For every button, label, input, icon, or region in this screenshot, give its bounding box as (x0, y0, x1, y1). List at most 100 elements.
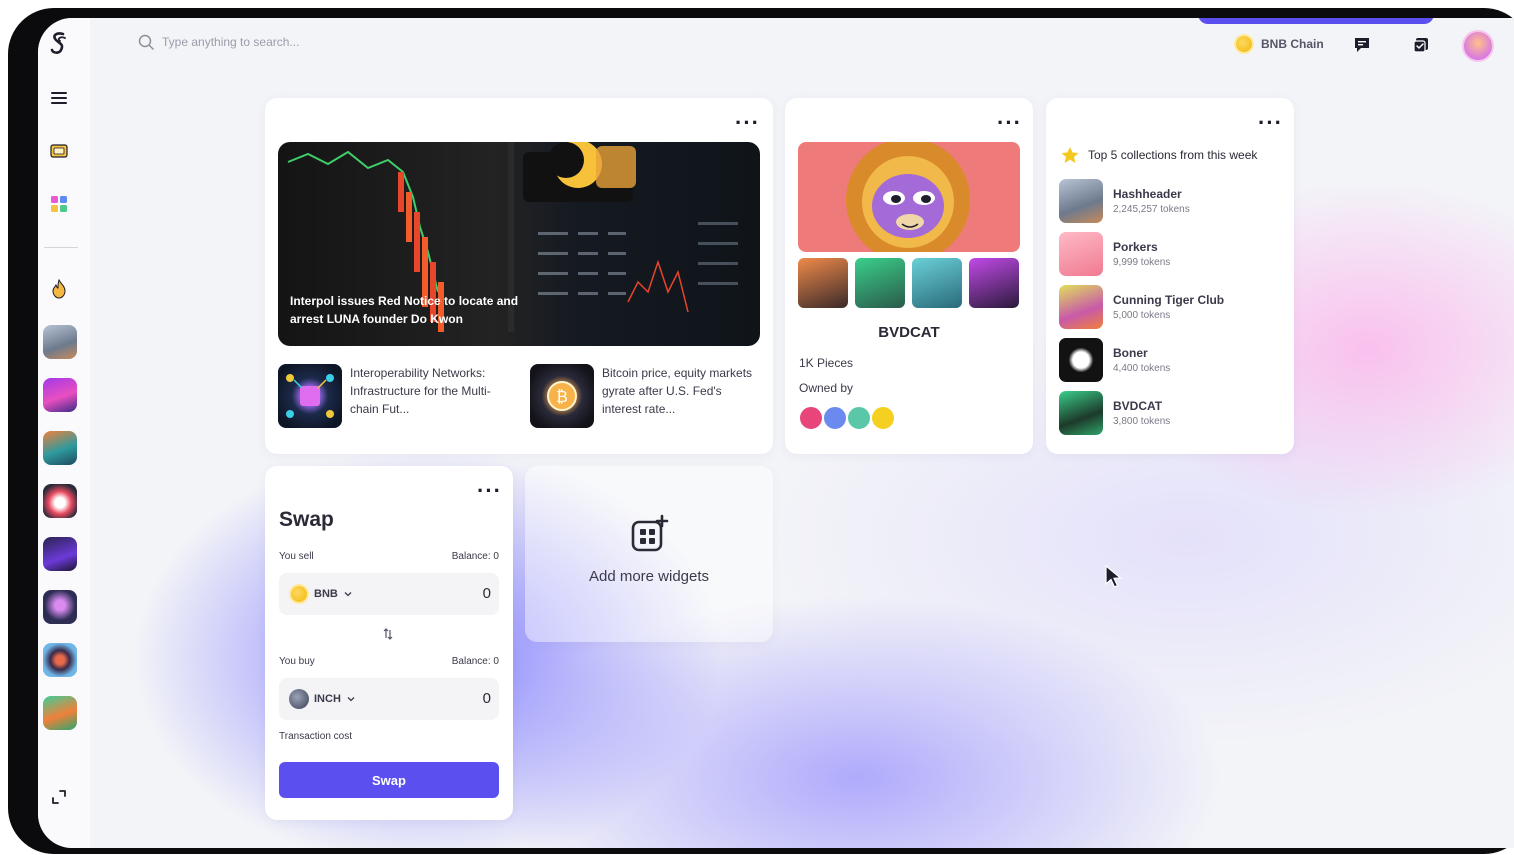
sidebar-collection-avatar-1[interactable] (43, 325, 77, 359)
search-bar[interactable]: Type anything to search... (138, 34, 299, 50)
star-icon (1061, 147, 1079, 163)
nft-owned-by-label: Owned by (799, 381, 854, 395)
search-icon (138, 34, 154, 50)
collection-name: Boner (1113, 346, 1148, 360)
sell-label: You sell (279, 551, 314, 562)
sell-balance: Balance: 0 (451, 551, 499, 562)
trending-fire-icon[interactable] (44, 274, 74, 304)
news-list-item[interactable]: ₿ Bitcoin price, equity markets gyrate a… (530, 364, 762, 428)
collections-card-menu-icon[interactable]: ··· (1258, 112, 1283, 134)
top-collections-card: ··· Top 5 collections from this week Has… (1046, 98, 1294, 454)
collection-tokens: 3,800 tokens (1113, 416, 1171, 427)
sidebar-divider (44, 247, 78, 248)
nft-thumbnail-4[interactable] (969, 258, 1019, 308)
owner-avatar[interactable] (870, 405, 896, 431)
nft-collection-name: BVDCAT (878, 324, 940, 341)
swap-title: Swap (279, 508, 334, 531)
collection-row[interactable]: BVDCAT 3,800 tokens (1059, 391, 1170, 435)
swap-card-menu-icon[interactable]: ··· (477, 480, 502, 502)
sell-field[interactable]: BNB 0 (279, 573, 499, 615)
collection-avatar (1059, 391, 1103, 435)
owner-avatar[interactable] (822, 405, 848, 431)
news-thumbnail: ₿ (530, 364, 594, 428)
nft-card-menu-icon[interactable]: ··· (997, 112, 1022, 134)
collection-name: BVDCAT (1113, 399, 1163, 413)
chevron-down-icon (344, 592, 352, 597)
add-widgets-label: Add more widgets (588, 568, 710, 585)
add-widgets-card[interactable]: Add more widgets (525, 466, 773, 642)
collection-name: Hashheader (1113, 187, 1182, 201)
news-list-item[interactable]: Interoperability Networks: Infrastructur… (278, 364, 510, 428)
swap-button[interactable]: Swap (279, 762, 499, 798)
widgets-grid-icon[interactable] (44, 189, 74, 219)
bnb-coin-icon (289, 584, 309, 604)
app-screen: Type anything to search... BNB Chain ··· (38, 18, 1514, 848)
collection-avatar (1059, 285, 1103, 329)
chain-accent-tab (1198, 18, 1434, 24)
sidebar-collection-avatar-5[interactable] (43, 537, 77, 571)
collection-avatar (1059, 179, 1103, 223)
sidebar-collection-avatar-2[interactable] (43, 378, 77, 412)
buy-token-selector[interactable]: INCH (289, 689, 356, 709)
nft-card: ··· BVDCAT 1K Pieces Owned by (785, 98, 1033, 454)
collections-heading-text: Top 5 collections from this week (1088, 148, 1258, 162)
sidebar-collection-avatar-8[interactable] (43, 696, 77, 730)
chain-label: BNB Chain (1261, 37, 1324, 51)
chevron-down-icon (347, 697, 355, 702)
search-placeholder: Type anything to search... (162, 35, 300, 49)
mouse-cursor-icon (1104, 564, 1124, 595)
device-frame: Type anything to search... BNB Chain ··· (8, 8, 1514, 854)
news-card: ··· Interpol issues Red Notice to locate… (265, 98, 773, 454)
nft-thumbnail-1[interactable] (798, 258, 848, 308)
chain-selector[interactable]: BNB Chain (1234, 34, 1324, 54)
buy-field[interactable]: INCH 0 (279, 678, 499, 720)
sell-token-symbol: BNB (314, 588, 338, 600)
wallet-icon[interactable] (44, 136, 74, 166)
sidebar-collection-avatar-3[interactable] (43, 431, 77, 465)
nft-thumbnail-3[interactable] (912, 258, 962, 308)
messages-icon[interactable] (1351, 34, 1373, 56)
collection-name: Porkers (1113, 240, 1158, 254)
swap-direction-icon[interactable] (382, 627, 394, 646)
news-thumbnail (278, 364, 342, 428)
sidebar-collection-avatar-4[interactable] (43, 484, 77, 518)
tasks-icon[interactable] (1410, 34, 1432, 56)
collection-row[interactable]: Boner 4,400 tokens (1059, 338, 1170, 382)
expand-icon[interactable] (44, 782, 74, 812)
sidebar-collection-avatar-7[interactable] (43, 643, 77, 677)
lion-nft-illustration (846, 142, 970, 252)
owner-avatar[interactable] (798, 405, 824, 431)
user-avatar[interactable] (1462, 30, 1494, 62)
news-headline[interactable]: Interpol issues Red Notice to locate and… (290, 292, 520, 328)
sell-token-selector[interactable]: BNB (289, 584, 353, 604)
sidebar (38, 18, 90, 848)
collection-tokens: 2,245,257 tokens (1113, 204, 1190, 215)
buy-label: You buy (279, 656, 315, 667)
sidebar-collection-avatar-6[interactable] (43, 590, 77, 624)
collection-tokens: 4,400 tokens (1113, 363, 1171, 374)
buy-token-symbol: INCH (314, 693, 341, 705)
nft-hero-image[interactable] (798, 142, 1020, 252)
collection-tokens: 9,999 tokens (1113, 257, 1171, 268)
collection-avatar (1059, 232, 1103, 276)
swap-card: ··· Swap You sell Balance: 0 BNB 0 You b… (265, 466, 513, 820)
collections-heading: Top 5 collections from this week (1060, 146, 1257, 164)
collection-avatar (1059, 338, 1103, 382)
nft-pieces: 1K Pieces (799, 356, 854, 370)
collection-tokens: 5,000 tokens (1113, 310, 1171, 321)
collection-row[interactable]: Hashheader 2,245,257 tokens (1059, 179, 1190, 223)
collection-row[interactable]: Porkers 9,999 tokens (1059, 232, 1170, 276)
svg-text:₿: ₿ (556, 387, 568, 406)
inch-coin-icon (289, 689, 309, 709)
owner-avatar[interactable] (846, 405, 872, 431)
sell-amount[interactable]: 0 (483, 585, 491, 602)
news-hero-image[interactable]: Interpol issues Red Notice to locate and… (278, 142, 760, 346)
add-widget-icon (631, 514, 669, 557)
menu-icon[interactable] (44, 83, 74, 113)
buy-balance: Balance: 0 (451, 656, 499, 667)
app-logo-icon[interactable] (44, 28, 74, 58)
buy-amount[interactable]: 0 (483, 690, 491, 707)
collection-row[interactable]: Cunning Tiger Club 5,000 tokens (1059, 285, 1224, 329)
nft-thumbnail-2[interactable] (855, 258, 905, 308)
news-card-menu-icon[interactable]: ··· (735, 112, 760, 134)
